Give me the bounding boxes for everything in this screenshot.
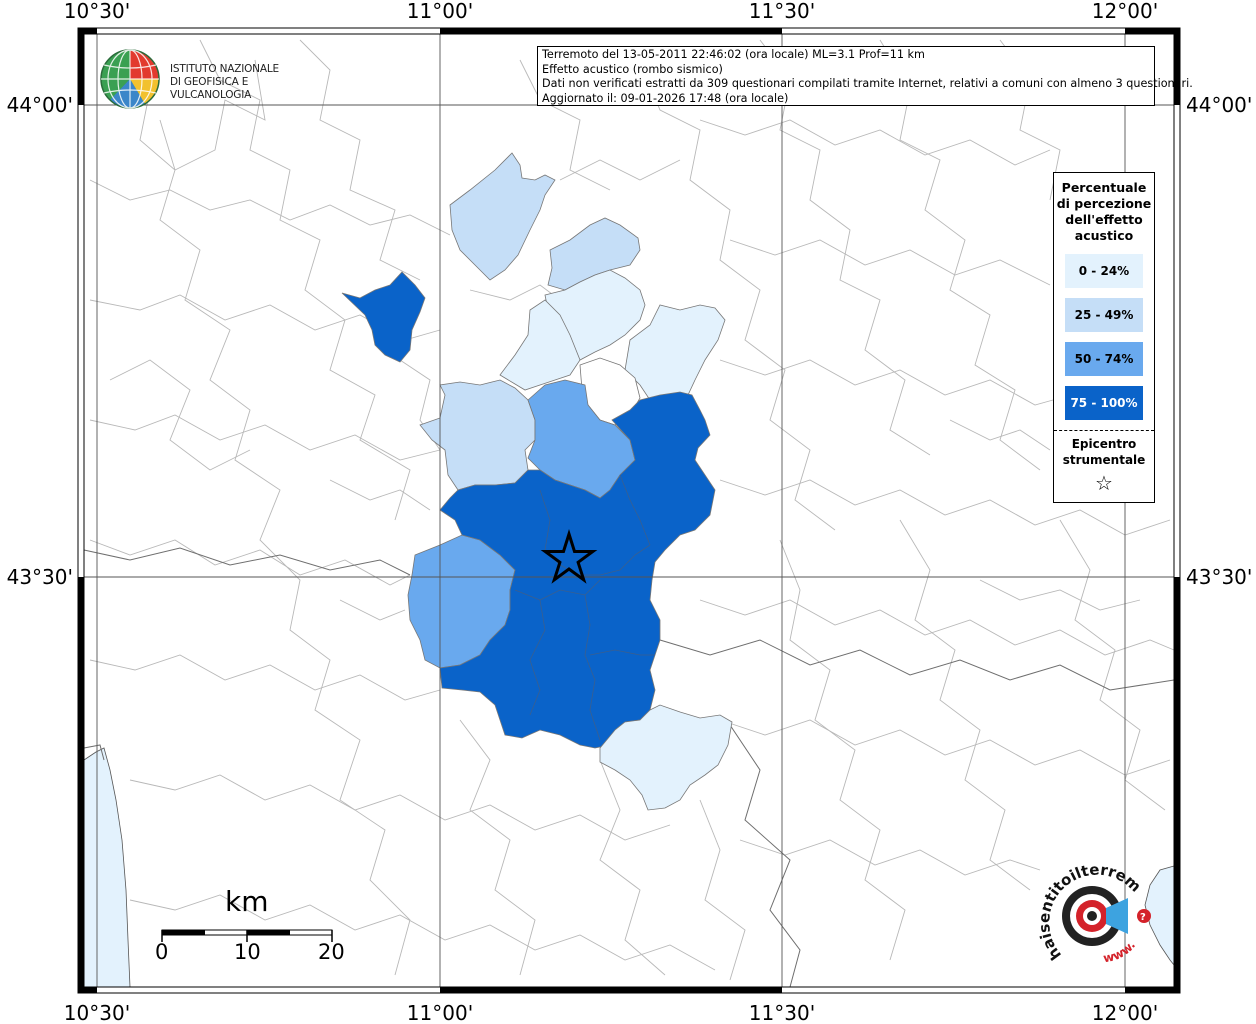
lon-tick-label: 10°30' (64, 0, 130, 23)
lon-ticks-top: 10°30' 11°00' 11°30' 12°00' (64, 0, 1158, 23)
scale-bar: km 0 10 20 (150, 880, 350, 980)
scale-label-10: 10 (234, 940, 261, 964)
lon-tick-label: 12°00' (1092, 1001, 1158, 1024)
event-title: Terremoto del 13-05-2011 22:46:02 (ora l… (542, 48, 925, 61)
legend-epicenter-label: Epicentro strumentale (1062, 437, 1146, 467)
ingv-globe-icon (100, 49, 160, 109)
svg-text:www.: www. (1102, 938, 1138, 965)
lon-tick-label: 12°00' (1092, 0, 1158, 23)
lat-ticks-right: 44°00' 43°30' (1186, 93, 1252, 589)
lon-tick-label: 10°30' (64, 1001, 130, 1024)
lat-tick-label: 43°30' (7, 565, 73, 589)
event-data-note: Dati non verificati estratti da 309 ques… (542, 77, 1193, 91)
brand-www: www. (1102, 938, 1138, 965)
scale-unit: km (225, 885, 269, 918)
legend-star-icon: ☆ (1095, 471, 1113, 495)
institute-name-line2: DI GEOFISICA E VULCANOLOGIA (170, 76, 252, 101)
event-updated: Aggiornato il: 09-01-2026 17:48 (ora loc… (542, 91, 789, 105)
ingv-logo: ISTITUTO NAZIONALE DI GEOFISICA E VULCAN… (100, 48, 320, 110)
haisentito-logo: ? haisentitoilterremoto.it www. (1027, 846, 1162, 980)
lat-tick-label: 43°30' (1186, 565, 1252, 589)
legend: Percentuale di percezione dell'effetto a… (1053, 172, 1155, 503)
lon-tick-label: 11°00' (407, 1001, 473, 1024)
lon-tick-label: 11°30' (749, 0, 815, 23)
scale-label-0: 0 (155, 940, 169, 964)
svg-text:?: ? (1140, 912, 1146, 923)
lon-tick-label: 11°30' (749, 1001, 815, 1024)
lat-ticks-left: 44°00' 43°30' (7, 93, 73, 589)
lat-tick-label: 44°00' (7, 93, 73, 117)
institute-name-line1: ISTITUTO NAZIONALE (170, 63, 279, 75)
legend-title: Percentuale di percezione dell'effetto a… (1056, 180, 1152, 243)
lat-tick-label: 44°00' (1186, 93, 1252, 117)
legend-class-50-74: 50 - 74% (1065, 342, 1143, 376)
lon-tick-label: 11°00' (407, 0, 473, 23)
event-info-box: Terremoto del 13-05-2011 22:46:02 (ora l… (537, 46, 1193, 106)
haisentito-logo-icon: ? haisentitoilterremoto.it www. (1027, 846, 1151, 965)
legend-class-25-49: 25 - 49% (1065, 298, 1143, 332)
scale-label-20: 20 (318, 940, 345, 964)
event-effect: Effetto acustico (rombo sismico) (542, 62, 723, 76)
lon-ticks-bottom: 10°30' 11°00' 11°30' 12°00' (64, 1001, 1158, 1024)
legend-class-0-24: 0 - 24% (1065, 254, 1143, 288)
legend-separator (1054, 430, 1154, 431)
legend-class-75-100: 75 - 100% (1065, 386, 1143, 420)
